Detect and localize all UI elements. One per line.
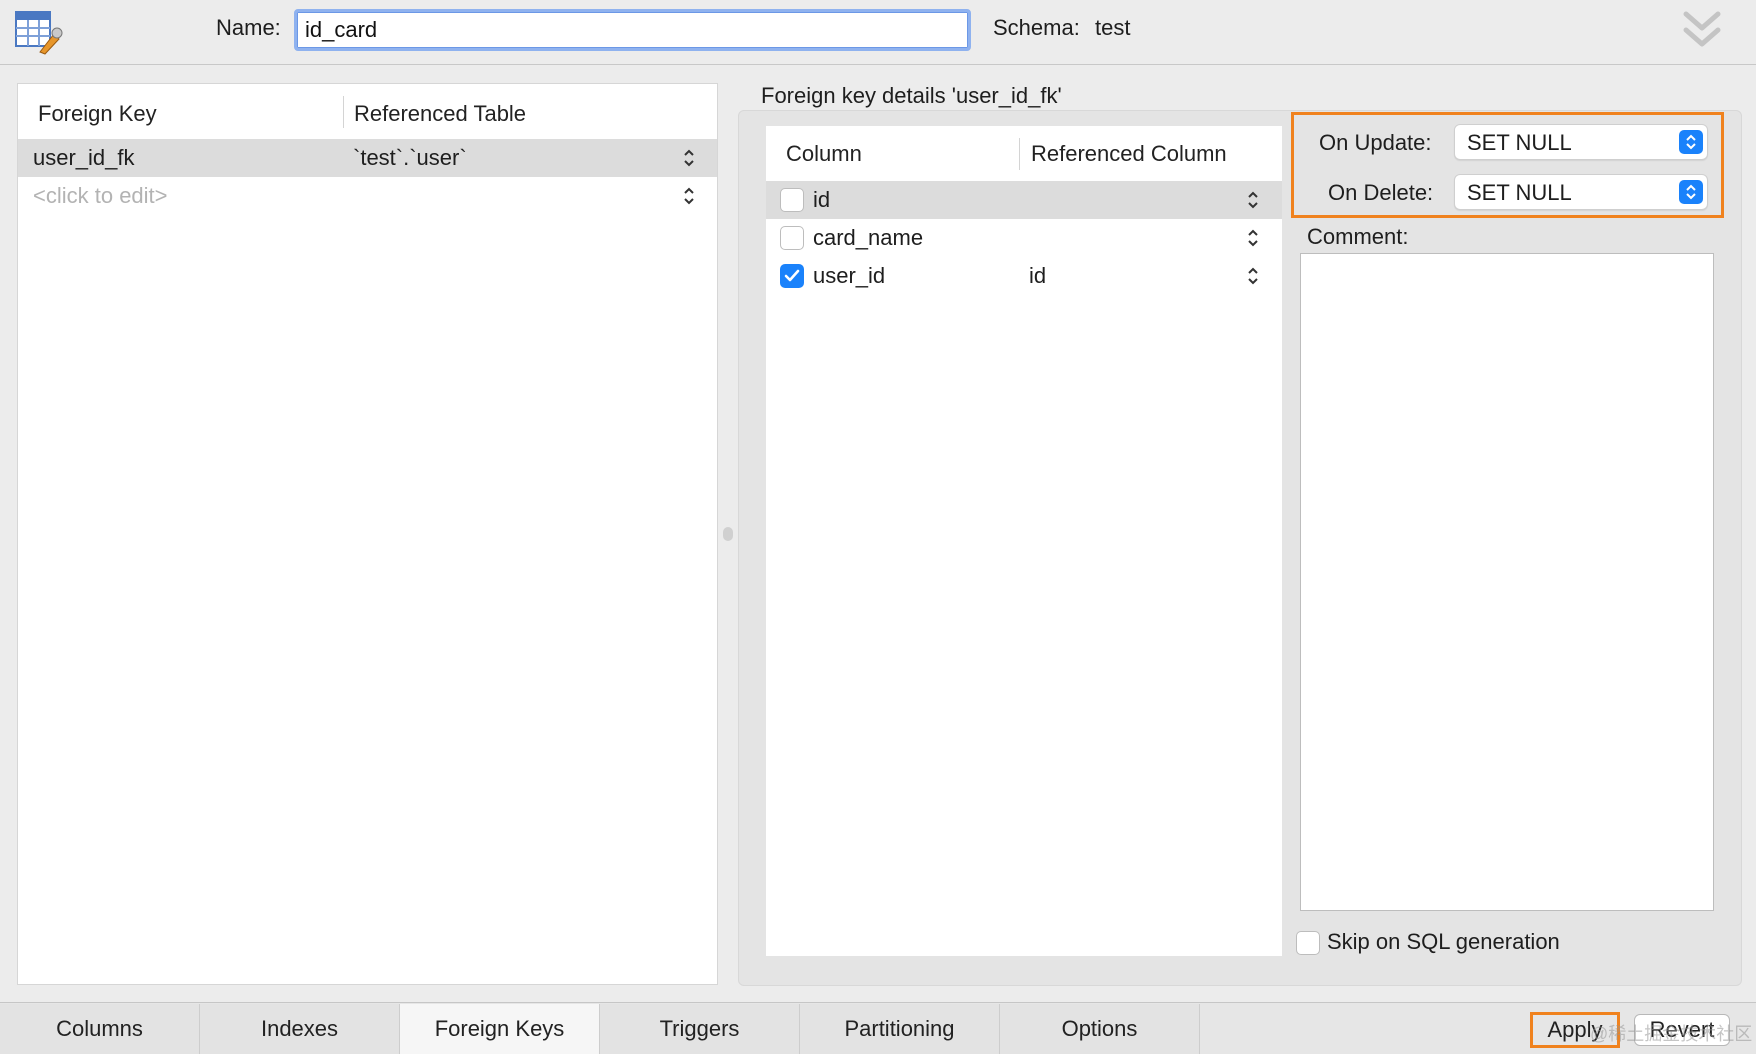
new-foreign-key-row[interactable]: <click to edit> [18,177,717,215]
select-arrows-icon [1679,180,1703,204]
collapse-chevron-icon[interactable] [1680,8,1724,52]
foreign-key-details-title: Foreign key details 'user_id_fk' [761,83,1062,108]
panel-splitter-handle[interactable] [723,527,733,541]
on-delete-label: On Delete: [1328,180,1434,205]
foreign-key-list: Foreign Key Referenced Table user_id_fk … [17,83,718,985]
skip-sql-generation-label: Skip on SQL generation [1327,929,1560,954]
tab-columns[interactable]: Columns [0,1004,200,1054]
column-divider [1019,138,1020,170]
on-update-select[interactable]: SET NULL [1454,124,1708,160]
comment-textarea[interactable] [1300,253,1714,911]
tab-options[interactable]: Options [1000,1004,1200,1054]
referenced-table-value: `test`.`user` [353,145,467,170]
checkmark-icon [784,269,800,282]
column-name: id [813,187,831,212]
foreign-key-row[interactable]: user_id_fk `test`.`user` [18,139,717,177]
column-row-id[interactable]: id [766,181,1282,219]
watermark: @稀土掘金技术社区 [1590,1024,1753,1044]
column-checkbox-user-id[interactable] [780,264,804,288]
stepper-icon[interactable] [682,185,696,207]
header-referenced-column[interactable]: Referenced Column [1031,141,1227,167]
on-delete-select[interactable]: SET NULL [1454,174,1708,210]
schema-label: Schema: [993,15,1080,40]
on-delete-value: SET NULL [1467,180,1572,205]
column-checkbox-id[interactable] [780,188,804,212]
comment-label: Comment: [1307,224,1409,249]
table-editor-icon [14,8,64,56]
stepper-icon[interactable] [1246,227,1260,249]
on-update-value: SET NULL [1467,130,1572,155]
column-name: user_id [813,263,886,288]
column-row-user-id[interactable]: user_id id [766,257,1282,295]
column-mapping-list: Column Referenced Column id card_name us… [766,126,1282,956]
tab-foreign-keys[interactable]: Foreign Keys [400,1004,600,1054]
column-divider [343,96,344,128]
header-referenced-table[interactable]: Referenced Table [354,101,526,127]
column-name: card_name [813,225,924,250]
click-to-edit-placeholder: <click to edit> [33,183,168,208]
header-foreign-key[interactable]: Foreign Key [38,101,157,127]
table-name-input[interactable] [294,9,971,51]
stepper-icon[interactable] [1246,265,1260,287]
foreign-key-name: user_id_fk [33,145,135,170]
stepper-icon[interactable] [1246,189,1260,211]
stepper-icon[interactable] [682,147,696,169]
name-label: Name: [216,15,281,40]
tab-partitioning[interactable]: Partitioning [800,1004,1000,1054]
tab-indexes[interactable]: Indexes [200,1004,400,1054]
schema-value: test [1095,15,1131,40]
header-column[interactable]: Column [786,141,862,167]
column-row-card-name[interactable]: card_name [766,219,1282,257]
select-arrows-icon [1679,130,1703,154]
on-update-label: On Update: [1319,130,1432,155]
tab-triggers[interactable]: Triggers [600,1004,800,1054]
column-checkbox-card-name[interactable] [780,226,804,250]
skip-sql-generation-checkbox[interactable] [1296,931,1320,955]
referenced-column-value: id [1029,263,1047,288]
